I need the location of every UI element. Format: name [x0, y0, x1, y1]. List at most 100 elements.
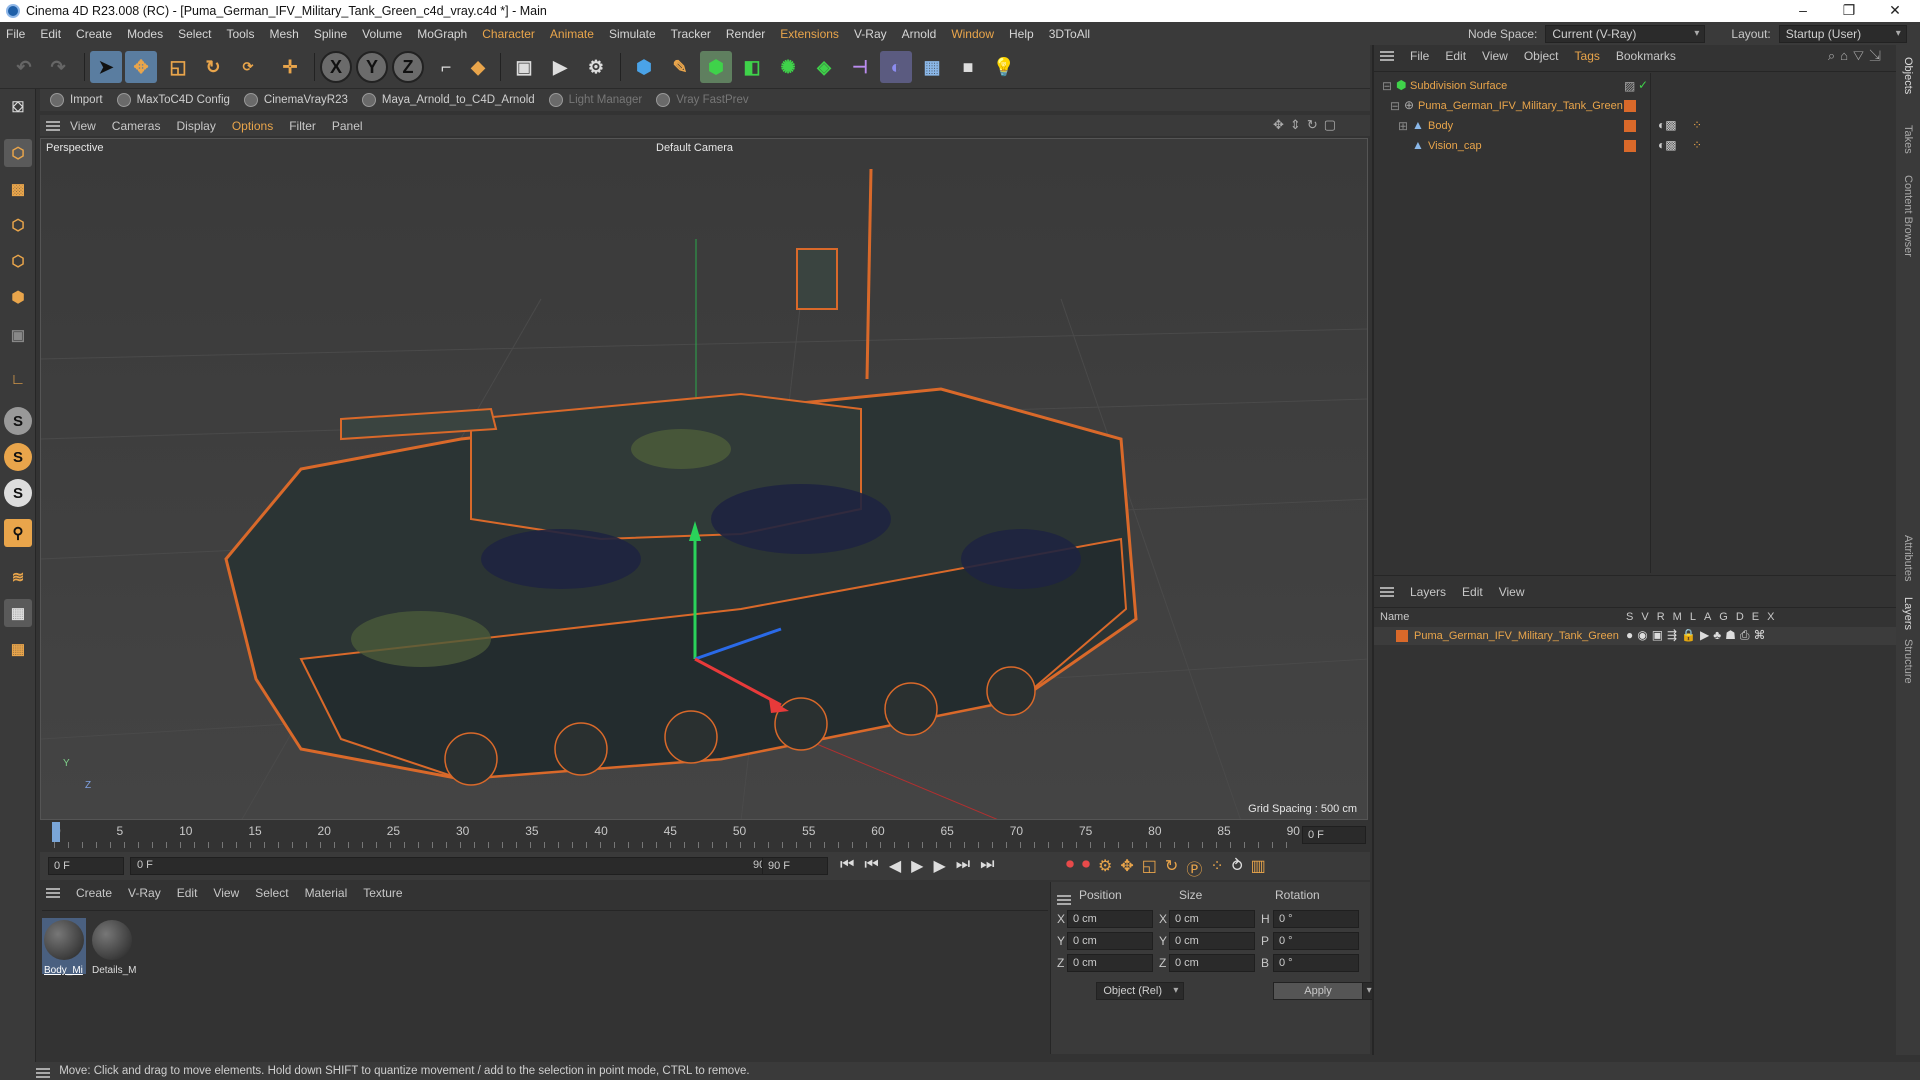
- menu-character[interactable]: Character: [482, 27, 535, 41]
- expand-icon[interactable]: ⊟: [1382, 79, 1392, 93]
- size-z-field[interactable]: 0 cm: [1169, 954, 1255, 972]
- deformer-icon[interactable]: ⊣: [844, 51, 876, 83]
- max-frame-field[interactable]: 90 F: [762, 857, 828, 875]
- transform-tool-icon[interactable]: ✛: [274, 51, 306, 83]
- viewport-menu-options[interactable]: Options: [232, 119, 273, 133]
- material-menu-view[interactable]: View: [213, 886, 239, 900]
- material-swatch[interactable]: Body_Mi: [42, 918, 86, 976]
- enabled-check-icon[interactable]: ✓: [1638, 78, 1648, 92]
- menu-animate[interactable]: Animate: [550, 27, 594, 41]
- coord-menu-icon[interactable]: [1057, 895, 1071, 905]
- menu-edit[interactable]: Edit: [40, 27, 61, 41]
- scale-tool-icon[interactable]: ◱: [162, 51, 194, 83]
- vray-tag-icon[interactable]: ⁘: [1692, 118, 1702, 132]
- subdivision-generator-icon[interactable]: ⬢: [700, 51, 732, 83]
- size-y-field[interactable]: 0 cm: [1169, 932, 1255, 950]
- quantize-icon[interactable]: ▦: [4, 635, 32, 663]
- perspective-viewport[interactable]: Perspective Default Camera Grid Spacing …: [40, 138, 1368, 820]
- menu-spline[interactable]: Spline: [314, 27, 347, 41]
- expand-icon[interactable]: ⊟: [1390, 99, 1400, 113]
- close-button[interactable]: ✕: [1872, 0, 1918, 22]
- extrude-generator-icon[interactable]: ◧: [736, 51, 768, 83]
- timeline-playhead[interactable]: [52, 822, 60, 842]
- object-row[interactable]: ⊟ ⊕ Puma_German_IFV_Military_Tank_Green: [1374, 97, 1898, 115]
- object-row[interactable]: ⊞ ▲ Body ◐▩ ⁘: [1374, 117, 1898, 135]
- play-icon[interactable]: ▶: [911, 856, 923, 876]
- floor-environment-icon[interactable]: ▦: [916, 51, 948, 83]
- menu-3dtoall[interactable]: 3DToAll: [1049, 27, 1090, 41]
- viewport-menu-view[interactable]: View: [70, 119, 96, 133]
- solo-hierarchy-icon[interactable]: S: [4, 443, 32, 471]
- previous-key-icon[interactable]: ⏮: [864, 856, 878, 876]
- object-menu-object[interactable]: Object: [1524, 49, 1559, 63]
- key-rotation-icon[interactable]: ↻: [1165, 856, 1178, 880]
- undo-icon[interactable]: ↶: [8, 51, 40, 83]
- layout-select[interactable]: Startup (User): [1778, 24, 1907, 43]
- y-axis-lock-icon[interactable]: Y: [356, 51, 388, 83]
- key-position-icon[interactable]: ✥: [1120, 856, 1133, 880]
- layer-menu-icon[interactable]: [1380, 587, 1394, 597]
- grid-plane-icon[interactable]: ≋: [4, 563, 32, 591]
- viewport-menu-cameras[interactable]: Cameras: [112, 119, 161, 133]
- import-button[interactable]: Import: [50, 93, 103, 107]
- menu-modes[interactable]: Modes: [127, 27, 163, 41]
- polygons-mode-icon[interactable]: ⬢: [4, 283, 32, 311]
- points-mode-icon[interactable]: ⬡: [4, 211, 32, 239]
- layer-flag-icons[interactable]: ●◉▣⇶🔒▶♣☗⎙⌘: [1626, 628, 1770, 643]
- key-param-icon[interactable]: Ⓟ: [1186, 856, 1202, 880]
- camera-label[interactable]: Default Camera: [656, 142, 733, 154]
- layer-color-swatch[interactable]: [1624, 100, 1636, 112]
- make-editable-icon[interactable]: ⛋: [4, 93, 32, 121]
- tab-attributes[interactable]: Attributes: [1902, 535, 1914, 581]
- layer-color-swatch[interactable]: [1396, 630, 1408, 642]
- menu-tracker[interactable]: Tracker: [671, 27, 711, 41]
- menu-vray[interactable]: V-Ray: [854, 27, 887, 41]
- menu-volume[interactable]: Volume: [362, 27, 402, 41]
- tab-content-browser[interactable]: Content Browser: [1902, 175, 1914, 257]
- edit-flag-icon[interactable]: ▨: [1624, 79, 1635, 93]
- render-view-icon[interactable]: ▶: [544, 51, 576, 83]
- motion-path-icon[interactable]: ⥁: [1232, 856, 1243, 880]
- previous-frame-icon[interactable]: ◀: [889, 856, 901, 876]
- mograph-cloner-icon[interactable]: ◈: [808, 51, 840, 83]
- uv-mode-icon[interactable]: ▣: [4, 321, 32, 349]
- material-menu-material[interactable]: Material: [305, 886, 348, 900]
- go-to-start-icon[interactable]: ⏮: [840, 856, 854, 876]
- pos-y-field[interactable]: 0 cm: [1067, 932, 1153, 950]
- object-menu-tags[interactable]: Tags: [1575, 49, 1600, 63]
- tab-layers[interactable]: Layers: [1902, 597, 1914, 630]
- layer-row[interactable]: Puma_German_IFV_Military_Tank_Green ●◉▣⇶…: [1374, 627, 1898, 645]
- maya-arnold-button[interactable]: Maya_Arnold_to_C4D_Arnold: [361, 93, 535, 107]
- pos-z-field[interactable]: 0 cm: [1067, 954, 1153, 972]
- viewport-menu-panel[interactable]: Panel: [332, 119, 363, 133]
- menu-simulate[interactable]: Simulate: [609, 27, 656, 41]
- field-icon[interactable]: ◐: [880, 51, 912, 83]
- maxtoc4d-config-button[interactable]: MaxToC4D Config: [116, 93, 230, 107]
- menu-select[interactable]: Select: [178, 27, 211, 41]
- object-menu-edit[interactable]: Edit: [1445, 49, 1466, 63]
- apply-button[interactable]: Apply: [1273, 982, 1363, 1000]
- menu-help[interactable]: Help: [1009, 27, 1034, 41]
- vray-fastprev-button[interactable]: Vray FastPrev: [656, 93, 749, 107]
- material-swatch[interactable]: Details_M: [90, 918, 136, 976]
- model-mode-icon[interactable]: ⬡: [4, 139, 32, 167]
- move-tool-icon[interactable]: ✥: [125, 51, 157, 83]
- render-settings-icon[interactable]: ⚙: [580, 51, 612, 83]
- menu-arnold[interactable]: Arnold: [902, 27, 937, 41]
- autokey-icon[interactable]: ⏺: [1082, 856, 1090, 880]
- coordinate-system-icon[interactable]: ⌐: [430, 51, 462, 83]
- layer-menu-view[interactable]: View: [1499, 585, 1525, 599]
- workplane-icon[interactable]: ∟: [4, 365, 32, 393]
- object-menu-bookmarks[interactable]: Bookmarks: [1616, 49, 1676, 63]
- tab-takes[interactable]: Takes: [1902, 125, 1914, 154]
- tab-structure[interactable]: Structure: [1902, 639, 1914, 684]
- record-active-icon[interactable]: ⏺: [1066, 856, 1074, 880]
- size-x-field[interactable]: 0 cm: [1169, 910, 1255, 928]
- solo-icon[interactable]: S: [4, 407, 32, 435]
- expand-icon[interactable]: ⊞: [1398, 119, 1408, 133]
- recent-tools-icon[interactable]: ⟳: [232, 51, 264, 83]
- key-scale-icon[interactable]: ◱: [1142, 856, 1157, 880]
- menu-extensions[interactable]: Extensions: [780, 27, 839, 41]
- minimize-button[interactable]: –: [1780, 0, 1826, 22]
- z-axis-lock-icon[interactable]: Z: [392, 51, 424, 83]
